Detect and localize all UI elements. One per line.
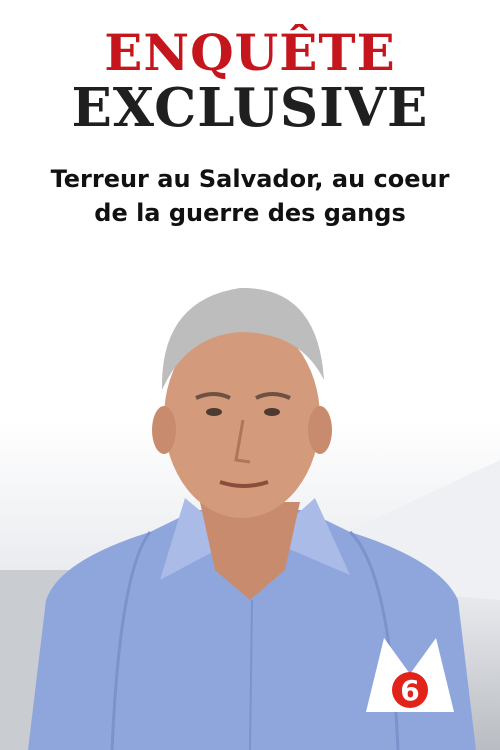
subtitle-line-2: de la guerre des gangs xyxy=(94,199,406,227)
title-line-1: ENQUÊTE xyxy=(104,23,396,82)
poster: ENQUÊTE EXCLUSIVE Terreur au Salvador, a… xyxy=(0,0,500,750)
subtitle-line-1: Terreur au Salvador, au coeur xyxy=(50,165,450,193)
title-line-2: EXCLUSIVE xyxy=(71,77,429,139)
ear-left xyxy=(152,406,176,454)
episode-subtitle: Terreur au Salvador, au coeur de la guer… xyxy=(0,162,500,230)
ear-right xyxy=(308,406,332,454)
m6-logo-number: 6 xyxy=(400,674,419,707)
m6-logo: 6 xyxy=(366,638,454,712)
